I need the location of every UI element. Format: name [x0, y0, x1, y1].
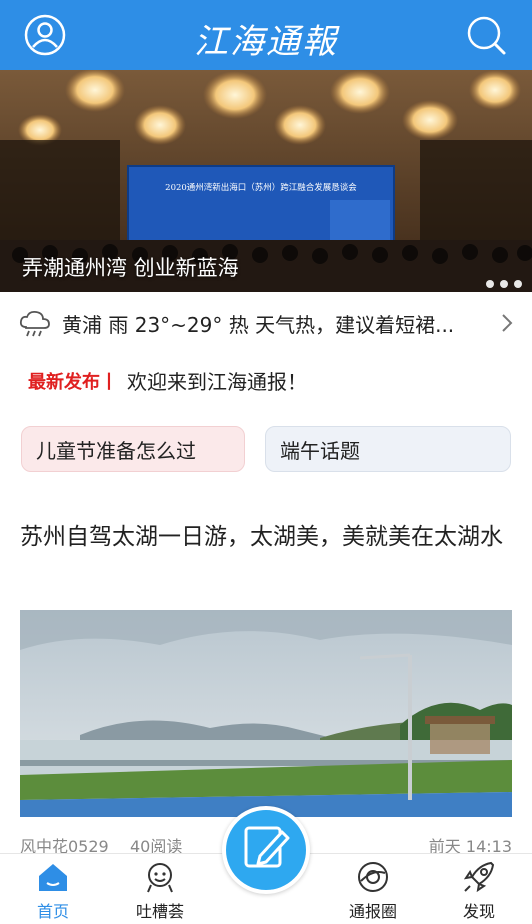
fab-circle: [222, 806, 310, 894]
weather-row[interactable]: 黄浦 雨 23°~29° 热 天气热，建议着短裙...: [0, 292, 532, 354]
cloud-rain-icon: [19, 310, 50, 337]
carousel-dot[interactable]: [500, 280, 508, 288]
news-ticker[interactable]: 最新发布丨 欢迎来到江海通报！: [0, 354, 532, 404]
search-icon[interactable]: [464, 13, 508, 57]
topic-tag[interactable]: 儿童节准备怎么过: [21, 426, 245, 472]
planet-icon: [358, 862, 388, 892]
chevron-right-icon: [502, 314, 513, 332]
tab-discover[interactable]: 发现: [434, 854, 524, 924]
fab-label: 一键投诉: [239, 904, 292, 919]
top-app-bar: 江海通報: [0, 0, 532, 70]
app-brand-title: 江海通報: [194, 22, 338, 62]
article-title[interactable]: 苏州自驾太湖一日游，太湖美，美就美在太湖水: [20, 518, 516, 556]
edit-icon: [244, 826, 290, 868]
carousel-banner[interactable]: 2020通州湾新出海口（苏州）跨江融合发展恳谈会 弄潮通州湾 创业新蓝海: [0, 70, 532, 292]
ticker-label: 最新发布丨: [28, 372, 118, 393]
banner-caption: 弄潮通州湾 创业新蓝海: [22, 256, 239, 280]
tab-label: 吐槽荟: [135, 902, 184, 921]
rocket-icon: [463, 861, 495, 893]
tab-label: 通报圈: [348, 902, 397, 921]
tab-complaints[interactable]: 吐槽荟: [115, 854, 205, 924]
carousel-dot[interactable]: [514, 280, 522, 288]
weather-text: 黄浦 雨 23°~29° 热 天气热，建议着短裙...: [62, 313, 455, 337]
ticker-message: 欢迎来到江海通报！: [127, 370, 307, 394]
article-image[interactable]: [20, 610, 512, 817]
face-icon: [147, 863, 173, 893]
carousel-indicator: [486, 280, 522, 288]
topic-tag[interactable]: 端午话题: [265, 426, 511, 472]
carousel-dot[interactable]: [486, 280, 494, 288]
tab-circle[interactable]: 通报圈: [328, 854, 418, 924]
tab-home[interactable]: 首页: [8, 854, 98, 924]
home-icon: [39, 864, 67, 891]
tab-label: 发现: [462, 902, 495, 921]
tab-label: 首页: [36, 902, 69, 921]
complaint-fab-button[interactable]: 一键投诉: [222, 806, 310, 923]
banner-screen-title: 2020通州湾新出海口（苏州）跨江融合发展恳谈会: [165, 182, 357, 193]
topic-tags: 儿童节准备怎么过 端午话题: [0, 420, 532, 476]
